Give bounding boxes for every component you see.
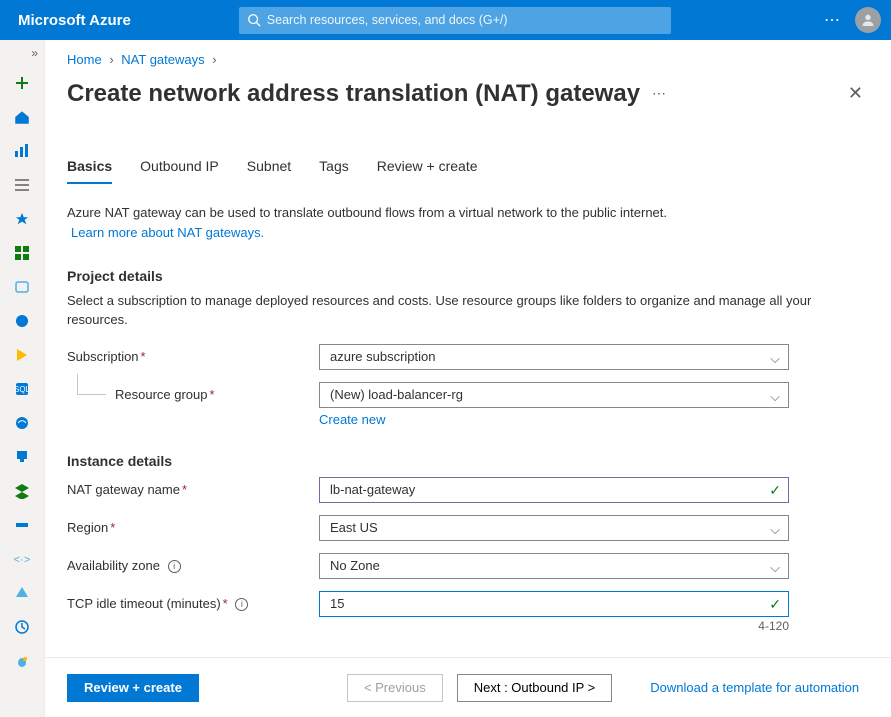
brand-logo[interactable]: Microsoft Azure — [18, 12, 131, 29]
sidebar-item-7[interactable] — [11, 276, 33, 298]
create-new-rg-link[interactable]: Create new — [319, 412, 385, 427]
svg-text:SQL: SQL — [14, 385, 30, 394]
sidebar-item-10[interactable]: SQL — [11, 378, 33, 400]
sidebar-expand-icon[interactable]: » — [31, 46, 38, 60]
sidebar-item-8[interactable] — [11, 310, 33, 332]
tab-subnet[interactable]: Subnet — [247, 158, 291, 184]
sidebar-home[interactable] — [11, 106, 33, 128]
intro-text: Azure NAT gateway can be used to transla… — [67, 203, 869, 242]
subscription-label: Subscription* — [67, 344, 319, 364]
sidebar-item-14[interactable] — [11, 514, 33, 536]
header-more-icon[interactable]: ⋯ — [824, 10, 841, 30]
breadcrumb-home[interactable]: Home — [67, 52, 102, 67]
search-icon — [247, 13, 261, 27]
page-title: Create network address translation (NAT)… — [67, 80, 640, 108]
sidebar-item-11[interactable] — [11, 412, 33, 434]
nat-name-label: NAT gateway name* — [67, 477, 319, 497]
check-icon: ✓ — [769, 482, 781, 499]
sidebar-item-9[interactable] — [11, 344, 33, 366]
sidebar-item-17[interactable] — [11, 616, 33, 638]
region-select[interactable]: East US ⌵ — [319, 515, 789, 541]
sidebar-item-16[interactable] — [11, 582, 33, 604]
title-more-icon[interactable]: ⋯ — [652, 85, 667, 102]
resource-group-label: Resource group* — [67, 382, 319, 402]
sidebar-favorites[interactable] — [11, 208, 33, 230]
global-search[interactable] — [239, 7, 671, 34]
tcp-timeout-range: 4-120 — [319, 619, 789, 633]
review-create-button[interactable]: Review + create — [67, 674, 199, 702]
sidebar-create[interactable] — [11, 72, 33, 94]
tcp-timeout-label: TCP idle timeout (minutes)* i — [67, 591, 319, 611]
left-sidebar: » SQL <·> — [0, 40, 45, 717]
tab-basics[interactable]: Basics — [67, 158, 112, 184]
info-icon[interactable]: i — [235, 598, 248, 611]
breadcrumb-nat-gateways[interactable]: NAT gateways — [121, 52, 204, 67]
sidebar-item-15[interactable]: <·> — [11, 548, 33, 570]
sidebar-all-services[interactable] — [11, 174, 33, 196]
next-button[interactable]: Next : Outbound IP > — [457, 674, 613, 702]
chevron-down-icon: ⌵ — [770, 560, 780, 576]
chevron-down-icon: ⌵ — [770, 351, 780, 367]
search-input[interactable] — [267, 13, 663, 27]
nat-gateway-name-input[interactable] — [319, 477, 789, 503]
learn-more-link[interactable]: Learn more about NAT gateways. — [71, 223, 264, 243]
main-pane: Home › NAT gateways › Create network add… — [45, 40, 891, 717]
availability-zone-value: No Zone — [330, 558, 380, 573]
chevron-down-icon: ⌵ — [770, 389, 780, 405]
check-icon: ✓ — [769, 596, 781, 613]
top-header: Microsoft Azure ⋯ — [0, 0, 891, 40]
region-label: Region* — [67, 515, 319, 535]
tab-tags[interactable]: Tags — [319, 158, 349, 184]
person-icon — [860, 12, 876, 28]
intro-body: Azure NAT gateway can be used to transla… — [67, 205, 667, 220]
resource-group-value: (New) load-balancer-rg — [330, 387, 463, 402]
info-icon[interactable]: i — [168, 560, 181, 573]
sidebar-item-18[interactable] — [11, 650, 33, 672]
availability-zone-label: Availability zone i — [67, 553, 319, 573]
sidebar-item-12[interactable] — [11, 446, 33, 468]
chevron-down-icon: ⌵ — [770, 522, 780, 538]
tcp-timeout-input[interactable] — [319, 591, 789, 617]
download-template-link[interactable]: Download a template for automation — [650, 680, 859, 695]
region-value: East US — [330, 520, 378, 535]
availability-zone-select[interactable]: No Zone ⌵ — [319, 553, 789, 579]
breadcrumb-sep: › — [109, 52, 113, 67]
svg-text:<·>: <·> — [14, 554, 30, 566]
user-avatar[interactable] — [855, 7, 881, 33]
sidebar-resource-groups[interactable] — [11, 242, 33, 264]
subscription-value: azure subscription — [330, 349, 436, 364]
resource-group-select[interactable]: (New) load-balancer-rg ⌵ — [319, 382, 789, 408]
sidebar-item-13[interactable] — [11, 480, 33, 502]
subscription-select[interactable]: azure subscription ⌵ — [319, 344, 789, 370]
close-button[interactable]: ✕ — [842, 77, 869, 110]
project-details-heading: Project details — [67, 268, 869, 284]
instance-details-heading: Instance details — [67, 453, 869, 469]
previous-button: < Previous — [347, 674, 443, 702]
breadcrumb: Home › NAT gateways › — [45, 40, 891, 73]
tab-outbound-ip[interactable]: Outbound IP — [140, 158, 219, 184]
project-details-sub: Select a subscription to manage deployed… — [67, 292, 869, 330]
wizard-footer: Review + create < Previous Next : Outbou… — [45, 657, 891, 717]
tab-review-create[interactable]: Review + create — [377, 158, 478, 184]
wizard-tabs: Basics Outbound IP Subnet Tags Review + … — [67, 158, 869, 185]
breadcrumb-sep: › — [212, 52, 216, 67]
sidebar-dashboard[interactable] — [11, 140, 33, 162]
